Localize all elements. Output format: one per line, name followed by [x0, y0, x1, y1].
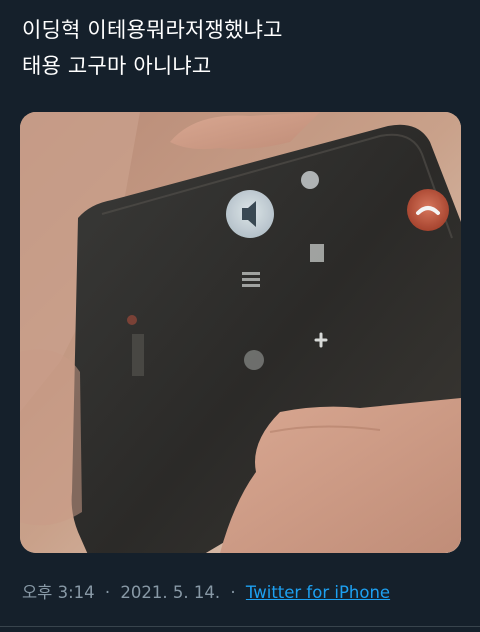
divider [0, 626, 480, 627]
tweet-text-line-2: 태용 고구마 아니냐고 [22, 54, 212, 78]
photo-illustration [20, 112, 461, 553]
tweet-text-line-1: 이딩혁 이테용뭐라저쟁했냐고 [22, 18, 283, 42]
tweet-source-link[interactable]: Twitter for iPhone [246, 583, 390, 602]
tweet-meta: 오후 3:14 · 2021. 5. 14. · Twitter for iPh… [22, 581, 390, 605]
tweet-time: 오후 3:14 [22, 583, 95, 602]
tweet-date: 2021. 5. 14. [120, 583, 221, 602]
meta-separator-2: · [230, 583, 236, 602]
tweet-text: 이딩혁 이테용뭐라저쟁했냐고 태용 고구마 아니냐고 [22, 12, 462, 84]
meta-separator-1: · [104, 583, 111, 602]
tweet-photo[interactable] [20, 112, 461, 553]
